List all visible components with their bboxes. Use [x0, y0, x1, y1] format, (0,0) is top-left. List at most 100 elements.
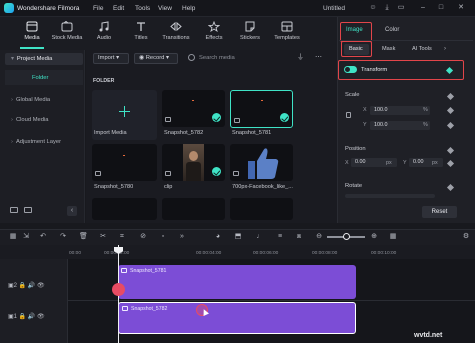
import-dropdown[interactable]: Import ▾: [93, 53, 129, 64]
tab-media[interactable]: Media: [15, 21, 49, 47]
new-folder-icon[interactable]: [10, 207, 18, 213]
tab-image[interactable]: Image: [346, 27, 363, 33]
tab-stickers[interactable]: Stickers: [233, 21, 267, 47]
minimize-icon[interactable]: –: [418, 3, 428, 13]
feedback-icon[interactable]: ☺: [368, 3, 378, 13]
microphone-icon[interactable]: ♩: [256, 233, 264, 241]
undo-icon[interactable]: ↶: [39, 233, 47, 241]
track-1-controls[interactable]: ▣1 🔒 🔊 👁: [8, 313, 45, 320]
media-thumb-row3-c[interactable]: [230, 198, 293, 220]
chevron-right-icon[interactable]: ›: [444, 46, 446, 52]
position-label: Position: [345, 146, 366, 152]
tab-titles-label: Titles: [134, 35, 148, 41]
nav-adjustment-layer[interactable]: › Adjustment Layer: [5, 136, 83, 148]
media-label-snapshot-5781: Snapshot_5781: [232, 130, 272, 136]
nav-cloud-media[interactable]: › Cloud Media: [5, 114, 83, 126]
nav-global-media-label: Global Media: [15, 97, 51, 103]
track-headers: [0, 259, 68, 343]
record-label: Record: [145, 55, 165, 61]
subtab-mask[interactable]: Mask: [382, 46, 395, 52]
image-type-icon: [233, 171, 239, 176]
subtab-basic[interactable]: Basic: [344, 44, 369, 55]
more-icon[interactable]: ⋯: [315, 54, 324, 62]
check-icon: [212, 113, 221, 122]
grid-icon[interactable]: ▦: [9, 233, 17, 241]
tab-templates[interactable]: Templates: [270, 21, 304, 47]
tab-transitions-label: Transitions: [162, 35, 190, 41]
media-thumb-row3-b[interactable]: [162, 198, 225, 220]
thumb-speck: [192, 100, 194, 101]
download-icon[interactable]: ⤓: [382, 3, 392, 13]
media-thumb-facebook-like[interactable]: [230, 144, 293, 181]
close-icon[interactable]: ✕: [456, 3, 466, 13]
media-label-clip: clip: [164, 184, 173, 190]
record-dropdown[interactable]: ◉ Record ▾: [134, 53, 178, 64]
folder-icon[interactable]: [24, 207, 32, 213]
maximize-icon[interactable]: □: [436, 3, 446, 13]
image-type-icon: [122, 306, 128, 311]
nav-project-media[interactable]: ▾ Project Media: [5, 53, 83, 65]
zoom-slider-thumb[interactable]: [343, 233, 350, 240]
scale-y-value: 100.0: [374, 122, 388, 128]
menu-file[interactable]: File: [93, 5, 103, 12]
snapshot-icon[interactable]: ⧈: [295, 233, 303, 241]
scale-y-input[interactable]: 100.0: [370, 121, 430, 130]
nav-global-media[interactable]: › Global Media: [5, 94, 83, 106]
tab-transitions[interactable]: Transitions: [159, 21, 193, 47]
crop-icon[interactable]: ⌗: [118, 233, 126, 241]
image-type-icon: [95, 171, 101, 176]
marker-icon[interactable]: ⬒: [234, 233, 242, 241]
ruler-tick-0: 00:00: [69, 251, 82, 256]
cut-icon[interactable]: ✂: [99, 233, 107, 241]
split-marker-icon[interactable]: [112, 283, 125, 296]
media-thumb-snapshot-5781[interactable]: [230, 90, 293, 128]
transitions-icon: [170, 21, 182, 32]
menu-edit[interactable]: Edit: [113, 5, 124, 12]
collapse-panel-icon[interactable]: ‹: [67, 206, 77, 216]
zoom-in-icon[interactable]: ⊕: [370, 233, 378, 241]
media-thumb-snapshot-5780[interactable]: [92, 144, 157, 181]
lock-icon[interactable]: [346, 112, 351, 118]
adjust-icon[interactable]: ▫: [159, 233, 167, 241]
delete-icon[interactable]: 🗑: [79, 233, 88, 241]
audio-mix-icon[interactable]: ≡: [276, 233, 284, 241]
tab-stock-media[interactable]: Stock Media: [50, 21, 84, 47]
redo-icon[interactable]: ↷: [59, 233, 67, 241]
filter-icon[interactable]: ⏚: [297, 54, 306, 62]
tab-color[interactable]: Color: [385, 27, 399, 33]
speed-icon[interactable]: ⊘: [139, 233, 147, 241]
timeline-clip-snapshot-5781[interactable]: Snapshot_5781: [118, 265, 356, 299]
ruler-tick-4: 00:00:08:00: [312, 251, 338, 256]
media-label-facebook-like: 700px-Facebook_like_...: [232, 184, 293, 190]
reset-button[interactable]: Reset: [422, 206, 457, 218]
clip-label-snapshot-5782: Snapshot_5782: [131, 306, 168, 312]
tab-titles[interactable]: Titles: [124, 21, 158, 47]
ruler-tick-3: 00:00:06:00: [253, 251, 279, 256]
subtab-ai-tools[interactable]: AI Tools: [412, 46, 432, 52]
menu-help[interactable]: Help: [182, 5, 195, 12]
more-tools-icon[interactable]: »: [178, 233, 186, 241]
tab-effects-label: Effects: [205, 35, 223, 41]
watermark: wvtd.net: [414, 332, 443, 339]
media-thumb-clip[interactable]: [162, 144, 225, 181]
clip-preview-image: [183, 144, 204, 181]
timeline-clip-snapshot-5782[interactable]: Snapshot_5782: [118, 302, 356, 334]
zoom-out-icon[interactable]: ⊖: [315, 233, 323, 241]
tab-audio-label: Audio: [96, 35, 112, 41]
media-thumb-row3-a[interactable]: [92, 198, 157, 220]
tab-effects[interactable]: Effects: [197, 21, 231, 47]
media-thumb-snapshot-5782[interactable]: [162, 90, 225, 127]
menu-view[interactable]: View: [158, 5, 172, 12]
search-input[interactable]: Search media: [199, 55, 235, 61]
layout-icon[interactable]: ▭: [396, 3, 406, 13]
scale-x-input[interactable]: 100.0: [370, 106, 430, 115]
tab-audio[interactable]: Audio: [87, 21, 121, 47]
timeline-settings-icon[interactable]: ⚙: [462, 233, 470, 241]
layout-grid-icon[interactable]: ▦: [389, 233, 397, 241]
rotate-slider[interactable]: [345, 194, 435, 198]
menu-tools[interactable]: Tools: [135, 5, 150, 12]
track-2-controls[interactable]: ▣2 🔒 🔊 👁: [8, 282, 45, 289]
transform-toggle[interactable]: [344, 66, 357, 73]
palette-icon[interactable]: ◕: [214, 233, 222, 241]
split-icon[interactable]: ⇲: [22, 233, 30, 241]
